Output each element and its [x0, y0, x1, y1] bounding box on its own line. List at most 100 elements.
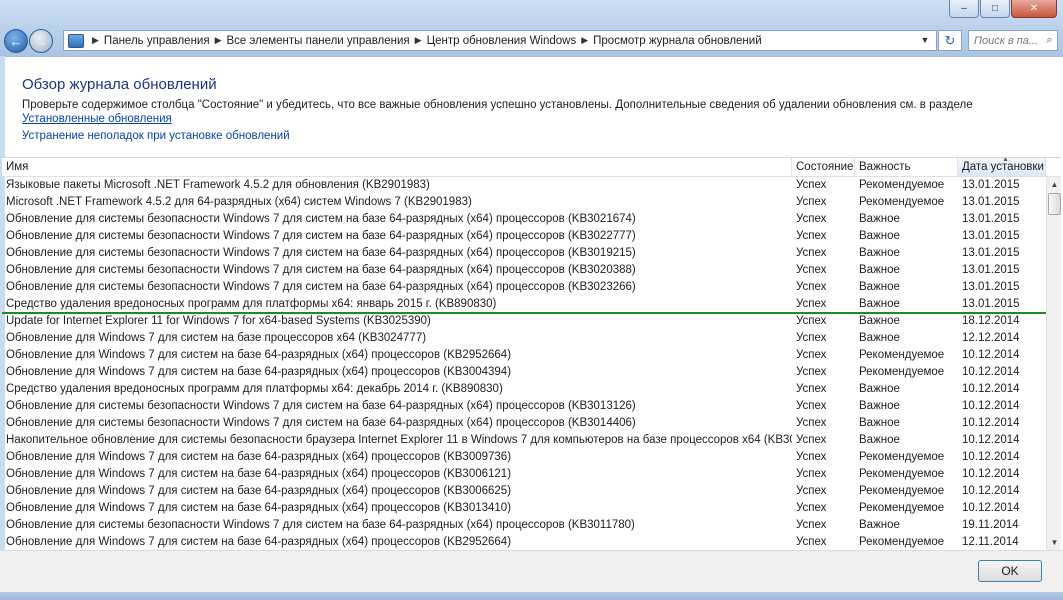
- table-row[interactable]: Обновление для Windows 7 для систем на б…: [2, 534, 1046, 550]
- cell-status: Успех: [796, 434, 827, 446]
- address-bar[interactable]: ▶ Панель управления ▶ Все элементы панел…: [63, 30, 937, 51]
- cell-install-date: 13.01.2015: [962, 213, 1020, 225]
- updates-table: Имя Состояние Важность Дата установки ▲ …: [2, 157, 1061, 550]
- troubleshoot-link[interactable]: Устранение неполадок при установке обнов…: [22, 130, 290, 142]
- table-row[interactable]: Microsoft .NET Framework 4.5.2 для 64-ра…: [2, 194, 1046, 211]
- cell-install-date: 10.12.2014: [962, 366, 1020, 378]
- close-button[interactable]: ✕: [1011, 0, 1057, 18]
- cell-install-date: 18.12.2014: [962, 315, 1020, 327]
- cell-install-date: 13.01.2015: [962, 179, 1020, 191]
- search-input[interactable]: [969, 34, 1042, 47]
- breadcrumb-windows-update[interactable]: Центр обновления Windows: [427, 35, 577, 47]
- chevron-right-icon[interactable]: ▶: [92, 35, 99, 46]
- cell-importance: Рекомендуемое: [859, 179, 945, 191]
- cell-name: Обновление для системы безопасности Wind…: [6, 230, 636, 242]
- cell-name: Обновление для Windows 7 для систем на б…: [6, 451, 512, 463]
- cell-importance: Рекомендуемое: [859, 349, 945, 361]
- cell-importance: Рекомендуемое: [859, 536, 945, 548]
- cell-status: Успех: [796, 196, 827, 208]
- column-header-status[interactable]: Состояние: [792, 158, 855, 176]
- cell-importance: Важное: [859, 247, 900, 259]
- refresh-button[interactable]: ↻: [938, 30, 962, 51]
- cell-status: Успех: [796, 468, 827, 480]
- cell-install-date: 12.11.2014: [962, 536, 1019, 548]
- cell-status: Успех: [796, 417, 827, 429]
- cell-status: Успех: [796, 485, 827, 497]
- table-row[interactable]: Обновление для Windows 7 для систем на б…: [2, 330, 1046, 347]
- forward-button[interactable]: →: [29, 29, 53, 53]
- table-row[interactable]: Обновление для системы безопасности Wind…: [2, 228, 1046, 245]
- maximize-button[interactable]: □: [980, 0, 1010, 18]
- cell-importance: Рекомендуемое: [859, 366, 945, 378]
- breadcrumb-control-panel[interactable]: Панель управления: [104, 35, 210, 47]
- table-row[interactable]: Обновление для Windows 7 для систем на б…: [2, 364, 1046, 381]
- cell-importance: Важное: [859, 519, 900, 531]
- cell-status: Успех: [796, 315, 827, 327]
- cell-install-date: 10.12.2014: [962, 400, 1020, 412]
- cell-name: Обновление для Windows 7 для систем на б…: [6, 468, 512, 480]
- cell-importance: Рекомендуемое: [859, 451, 945, 463]
- cell-name: Обновление для системы безопасности Wind…: [6, 281, 636, 293]
- table-row[interactable]: Обновление для Windows 7 для систем на б…: [2, 483, 1046, 500]
- table-row[interactable]: Накопительное обновление для системы без…: [2, 432, 1046, 449]
- table-row[interactable]: Обновление для системы безопасности Wind…: [2, 211, 1046, 228]
- cell-importance: Важное: [859, 230, 900, 242]
- cell-importance: Важное: [859, 281, 900, 293]
- address-dropdown-button[interactable]: ▼: [916, 30, 934, 49]
- table-row[interactable]: Обновление для системы безопасности Wind…: [2, 517, 1046, 534]
- installed-updates-link[interactable]: Установленные обновления: [22, 113, 172, 125]
- table-row[interactable]: Обновление для Windows 7 для систем на б…: [2, 466, 1046, 483]
- dialog-footer: OK: [0, 550, 1063, 593]
- table-row[interactable]: Обновление для Windows 7 для систем на б…: [2, 449, 1046, 466]
- cell-status: Успех: [796, 383, 827, 395]
- breadcrumb-update-history[interactable]: Просмотр журнала обновлений: [593, 35, 761, 47]
- page-title: Обзор журнала обновлений: [22, 76, 217, 93]
- vertical-scrollbar[interactable]: ▲ ▼: [1046, 177, 1061, 550]
- table-row[interactable]: Средство удаления вредоносных программ д…: [2, 381, 1046, 398]
- search-icon[interactable]: ⌕: [1042, 34, 1057, 47]
- sort-arrow-icon: ▲: [1002, 157, 1009, 163]
- table-row[interactable]: Update for Internet Explorer 11 for Wind…: [2, 313, 1046, 330]
- scroll-down-icon[interactable]: ▼: [1047, 535, 1061, 550]
- cell-name: Накопительное обновление для системы без…: [6, 434, 792, 446]
- chevron-right-icon[interactable]: ▶: [581, 35, 588, 46]
- scroll-thumb[interactable]: [1048, 193, 1061, 215]
- green-divider-line: [2, 312, 1061, 314]
- minimize-button[interactable]: –: [949, 0, 979, 18]
- column-header-importance[interactable]: Важность: [855, 158, 958, 176]
- cell-install-date: 13.01.2015: [962, 247, 1020, 259]
- description-text: Проверьте содержимое столбца "Состояние"…: [22, 99, 973, 111]
- breadcrumb-all-items[interactable]: Все элементы панели управления: [227, 35, 410, 47]
- cell-status: Успех: [796, 281, 827, 293]
- cell-install-date: 19.11.2014: [962, 519, 1019, 531]
- column-header-name[interactable]: Имя: [2, 158, 792, 176]
- cell-status: Успех: [796, 179, 827, 191]
- ok-button[interactable]: OK: [978, 560, 1042, 582]
- search-box[interactable]: ⌕: [968, 30, 1058, 51]
- cell-install-date: 10.12.2014: [962, 349, 1020, 361]
- table-row[interactable]: Обновление для Windows 7 для систем на б…: [2, 500, 1046, 517]
- cell-importance: Важное: [859, 315, 900, 327]
- cell-name: Обновление для Windows 7 для систем на б…: [6, 332, 427, 344]
- table-row[interactable]: Средство удаления вредоносных программ д…: [2, 296, 1046, 313]
- control-panel-icon: [68, 33, 84, 48]
- cell-install-date: 10.12.2014: [962, 468, 1020, 480]
- cell-importance: Рекомендуемое: [859, 485, 945, 497]
- chevron-right-icon[interactable]: ▶: [415, 35, 422, 46]
- arrow-right-icon: →: [34, 33, 48, 49]
- cell-importance: Важное: [859, 383, 900, 395]
- scroll-up-icon[interactable]: ▲: [1047, 177, 1061, 192]
- table-row[interactable]: Обновление для системы безопасности Wind…: [2, 415, 1046, 432]
- table-row[interactable]: Обновление для системы безопасности Wind…: [2, 262, 1046, 279]
- arrow-left-icon: ←: [9, 33, 23, 49]
- table-row[interactable]: Обновление для системы безопасности Wind…: [2, 245, 1046, 262]
- cell-importance: Важное: [859, 213, 900, 225]
- table-row[interactable]: Обновление для системы безопасности Wind…: [2, 279, 1046, 296]
- table-row[interactable]: Обновление для Windows 7 для систем на б…: [2, 347, 1046, 364]
- table-header: Имя Состояние Важность Дата установки ▲: [2, 158, 1061, 177]
- chevron-right-icon[interactable]: ▶: [215, 35, 222, 46]
- table-row[interactable]: Обновление для системы безопасности Wind…: [2, 398, 1046, 415]
- back-button[interactable]: ←: [4, 29, 28, 53]
- refresh-icon: ↻: [944, 32, 956, 48]
- table-row[interactable]: Языковые пакеты Microsoft .NET Framework…: [2, 177, 1046, 194]
